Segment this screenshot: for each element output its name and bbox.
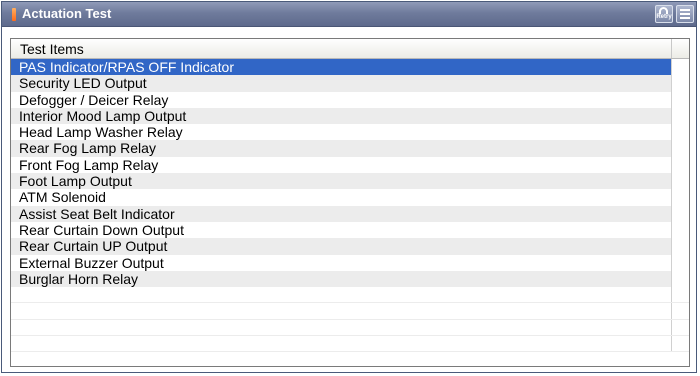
list-item-label: Rear Curtain UP Output (19, 238, 168, 255)
list-item-tail-cell (671, 221, 689, 239)
list-item[interactable]: ATM Solenoid (11, 189, 689, 206)
list-item[interactable]: Burglar Horn Relay (11, 270, 689, 288)
list-item-tail-cell (671, 124, 689, 141)
list-item-label: Head Lamp Washer Relay (19, 124, 183, 141)
list-item-tail-cell (671, 189, 689, 206)
list-item-label: Burglar Horn Relay (19, 270, 139, 287)
list-item-label: ATM Solenoid (19, 189, 106, 206)
retry-label: Retry (656, 14, 672, 20)
window-title: Actuation Test (22, 6, 112, 21)
actuation-test-window: Actuation Test Retry Test Items PAS Indi… (1, 1, 697, 373)
retry-icon (659, 7, 668, 14)
empty-row-divider (671, 336, 672, 352)
list-item-tail-cell (671, 173, 689, 190)
empty-row-divider (671, 303, 672, 319)
empty-row (11, 303, 689, 320)
list-item[interactable]: Head Lamp Washer Relay (11, 124, 689, 141)
retry-button[interactable]: Retry (655, 5, 673, 23)
list-item-tail-cell (671, 270, 689, 288)
list-item[interactable]: Security LED Output (11, 75, 689, 92)
list-item-label: External Buzzer Output (19, 254, 164, 271)
empty-row (11, 287, 689, 304)
list-item-label: Rear Fog Lamp Relay (19, 140, 156, 157)
list-item-tail-cell (671, 91, 689, 108)
list-item[interactable]: Rear Curtain Down Output (11, 221, 689, 239)
empty-row-divider (671, 287, 672, 303)
list-item[interactable]: Defogger / Deicer Relay (11, 91, 689, 108)
empty-row-divider (671, 319, 672, 336)
list-item[interactable]: Rear Fog Lamp Relay (11, 140, 689, 157)
title-bar: Actuation Test Retry (2, 2, 696, 27)
list-item[interactable]: Rear Curtain UP Output (11, 238, 689, 255)
list-header[interactable]: Test Items (11, 39, 689, 59)
list-item-tail-cell (671, 59, 689, 76)
list-item-label: Defogger / Deicer Relay (19, 91, 169, 108)
list-item-tail-cell (671, 205, 689, 222)
list-item-label: PAS Indicator/RPAS OFF Indicator (11, 59, 671, 76)
list-item-tail-cell (671, 75, 689, 92)
list-item[interactable]: Front Fog Lamp Relay (11, 156, 689, 174)
list-rows: PAS Indicator/RPAS OFF Indicator Security… (11, 59, 689, 353)
column-header-test-items: Test Items (20, 41, 84, 57)
list-item-tail-cell (671, 140, 689, 157)
list-item[interactable]: Assist Seat Belt Indicator (11, 205, 689, 222)
list-item[interactable]: External Buzzer Output (11, 254, 689, 271)
header-divider (671, 39, 672, 58)
list-item-label: Assist Seat Belt Indicator (19, 205, 175, 222)
list-item[interactable]: Interior Mood Lamp Output (11, 107, 689, 125)
list-item-label: Security LED Output (19, 75, 147, 92)
list-item-tail-cell (671, 107, 689, 125)
list-item-label: Foot Lamp Output (19, 173, 132, 190)
empty-row (11, 336, 689, 353)
list-item-label: Rear Curtain Down Output (19, 221, 184, 238)
empty-row (11, 319, 689, 337)
list-item[interactable]: Foot Lamp Output (11, 173, 689, 190)
list-item-tail-cell (671, 238, 689, 255)
list-item-tail-cell (671, 254, 689, 271)
list-item-label: Interior Mood Lamp Output (19, 107, 187, 124)
list-item-label: Front Fog Lamp Relay (19, 156, 159, 173)
list-item-tail-cell (671, 156, 689, 174)
menu-button[interactable] (676, 5, 694, 23)
title-accent-marker (12, 8, 16, 21)
list-item[interactable]: PAS Indicator/RPAS OFF Indicator (11, 59, 689, 76)
test-items-list[interactable]: Test Items PAS Indicator/RPAS OFF Indica… (10, 38, 690, 367)
